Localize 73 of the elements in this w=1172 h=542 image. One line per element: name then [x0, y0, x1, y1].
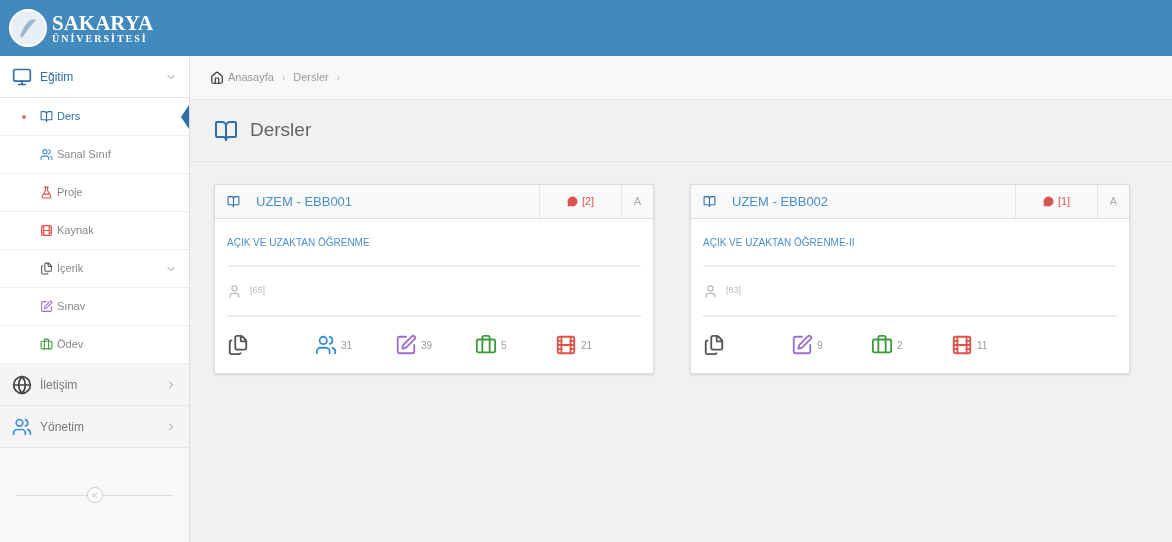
section-label: İletişim [40, 376, 79, 394]
film-icon [555, 334, 577, 356]
breadcrumb-link[interactable]: Anasayfa [228, 69, 274, 86]
collapse-icon [90, 490, 99, 500]
breadcrumb-separator: › [335, 71, 341, 85]
sidebar-item[interactable]: İçerik [0, 250, 189, 288]
course-code[interactable]: UZEM - EBB002 [732, 191, 829, 212]
home-icon [210, 70, 224, 85]
users-icon [315, 334, 337, 356]
student-count: [83] [726, 284, 741, 298]
chat-icon [566, 196, 578, 207]
sidebar-item[interactable]: Proje [0, 174, 189, 212]
sidebar-item[interactable]: Ödev [0, 326, 189, 364]
item-label: Proje [57, 185, 84, 201]
edit-icon [791, 334, 813, 356]
letter-label: A [621, 185, 653, 218]
book-icon [40, 110, 53, 123]
logo-title: SAKARYA [52, 12, 154, 34]
breadcrumb-separator: › [280, 71, 287, 85]
users-icon [40, 148, 53, 161]
stat-count: 21 [581, 338, 593, 353]
emblem-icon [8, 8, 48, 48]
users-icon [12, 416, 32, 437]
files-icon [40, 262, 53, 275]
message-count: [2] [581, 194, 595, 210]
briefcase-icon [40, 338, 53, 351]
item-label: Ödev [57, 337, 85, 353]
course-name[interactable]: AÇIK VE UZAKTAN ÖĞRENME [227, 234, 370, 250]
section-label: Eğitim [40, 68, 75, 86]
globe-icon [12, 374, 32, 395]
student-count: [65] [250, 284, 265, 298]
item-label: Sınav [57, 299, 87, 315]
briefcase-icon [475, 334, 497, 356]
person-icon [703, 283, 718, 299]
book-icon [227, 195, 240, 208]
stat-count: 11 [977, 338, 988, 353]
section-label: Yönetim [40, 418, 86, 436]
monitor-icon [12, 66, 32, 87]
chat-icon [1042, 196, 1054, 207]
film-icon [951, 334, 973, 356]
stat-count: 5 [501, 338, 507, 353]
course-name[interactable]: AÇIK VE UZAKTAN ÖĞRENME-II [703, 234, 855, 250]
book-icon [703, 195, 716, 208]
person-icon [227, 283, 242, 299]
collapse-button[interactable] [86, 487, 103, 503]
flask-icon [40, 186, 53, 199]
files-icon [227, 334, 249, 356]
edit-icon [40, 300, 53, 313]
item-label: Sanal Sınıf [57, 147, 112, 163]
stat-count: 9 [817, 338, 823, 353]
film-icon [40, 224, 53, 237]
sidebar-item[interactable]: Kaynak [0, 212, 189, 250]
stat-count: 31 [341, 338, 353, 353]
sidebar-section[interactable]: Eğitim [0, 56, 189, 98]
item-label: İçerik [57, 261, 85, 277]
logo-subtitle: ÜNİVERSİTESİ [52, 33, 149, 44]
item-label: Kaynak [57, 223, 95, 239]
stat-count: 39 [421, 338, 433, 353]
message-count: [1] [1057, 194, 1071, 210]
breadcrumb-link[interactable]: Dersler [293, 69, 329, 86]
letter-label: A [1097, 185, 1129, 218]
logo[interactable]: SAKARYA ÜNİVERSİTESİ [8, 8, 154, 48]
item-label: Ders [57, 109, 82, 125]
briefcase-icon [871, 334, 893, 356]
book-icon [214, 118, 238, 143]
sidebar-item[interactable]: Sınav [0, 288, 189, 326]
sidebar-item[interactable]: Ders [0, 98, 189, 136]
stat-count: 2 [897, 338, 903, 353]
files-icon [703, 334, 725, 356]
course-code[interactable]: UZEM - EBB001 [256, 191, 353, 212]
sidebar-item[interactable]: Sanal Sınıf [0, 136, 189, 174]
edit-icon [395, 334, 417, 356]
page-title: Dersler [250, 118, 312, 143]
